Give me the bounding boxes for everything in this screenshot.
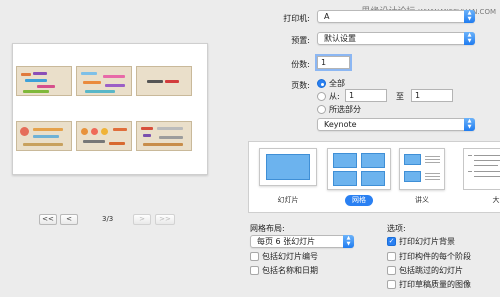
app-options-popup[interactable]: Keynote ▲ ▼	[317, 118, 475, 131]
prev-page-button[interactable]: <	[60, 214, 78, 225]
presets-popup[interactable]: 默认设置 ▲ ▼	[317, 32, 475, 45]
slides-per-page-popup[interactable]: 每页 6 张幻灯片 ▲ ▼	[250, 235, 354, 248]
outline-layout-icon	[463, 148, 500, 190]
next-page-button[interactable]: >	[133, 214, 151, 225]
slide-thumbnail	[16, 66, 72, 96]
layout-label-handouts: 讲义	[415, 196, 429, 204]
handout-layout-icon	[399, 148, 445, 190]
print-backgrounds-checkbox[interactable]: ✓	[387, 237, 396, 246]
popup-arrows-icon: ▲ ▼	[464, 10, 475, 23]
presets-value: 默认设置	[324, 34, 356, 43]
print-build-stages-label: 打印构件的每个阶段	[399, 252, 471, 261]
include-skipped-checkbox[interactable]	[387, 266, 396, 275]
copies-label: 份数:	[291, 60, 310, 69]
last-page-button[interactable]: >>	[155, 214, 175, 225]
slide-thumbnail	[136, 121, 192, 151]
print-build-stages-checkbox[interactable]	[387, 252, 396, 261]
slide-layout-icon	[266, 154, 310, 180]
page-count: 3/3	[102, 215, 114, 223]
slide-thumbnail	[136, 66, 192, 96]
grid-layout-icon	[327, 148, 391, 190]
pages-to-label: 至	[396, 92, 404, 101]
copies-field[interactable]: 1	[317, 56, 350, 69]
include-slide-numbers-label: 包括幻灯片编号	[262, 252, 318, 261]
presets-label: 预置:	[291, 36, 310, 45]
pages-from-label: 从:	[329, 92, 340, 101]
printer-value: A	[324, 12, 330, 21]
options-header: 选项:	[387, 224, 406, 233]
layout-label-grid: 网格	[345, 195, 373, 206]
popup-arrows-icon: ▲ ▼	[464, 118, 475, 131]
include-slide-numbers-checkbox[interactable]	[250, 252, 259, 261]
popup-arrows-icon: ▲ ▼	[343, 235, 354, 248]
layout-chooser: 幻灯片 网格 讲义 大	[248, 141, 500, 213]
printer-label: 打印机:	[283, 14, 310, 23]
layout-label-outline: 大	[492, 196, 500, 204]
pages-selection-label: 所选部分	[329, 105, 361, 114]
pages-to-field[interactable]: 1	[411, 89, 453, 102]
popup-arrows-icon: ▲ ▼	[464, 32, 475, 45]
draft-quality-checkbox[interactable]	[387, 280, 396, 289]
pages-from-radio[interactable]	[317, 92, 326, 101]
slide-thumbnail	[76, 66, 132, 96]
slide-thumbnail	[16, 121, 72, 151]
include-name-date-label: 包括名称和日期	[262, 266, 318, 275]
pages-label: 页数:	[291, 81, 310, 90]
print-preview	[12, 43, 208, 175]
layout-label-slides: 幻灯片	[277, 196, 299, 204]
slides-per-page-value: 每页 6 张幻灯片	[257, 237, 316, 246]
print-backgrounds-label: 打印幻灯片背景	[399, 237, 455, 246]
grid-layout-header: 网格布局:	[250, 224, 285, 233]
pages-selection-radio[interactable]	[317, 105, 326, 114]
first-page-button[interactable]: <<	[39, 214, 57, 225]
app-options-value: Keynote	[324, 120, 357, 129]
pages-from-field[interactable]: 1	[345, 89, 387, 102]
printer-popup[interactable]: A ▲ ▼	[317, 10, 475, 23]
slide-thumbnail	[76, 121, 132, 151]
include-name-date-checkbox[interactable]	[250, 266, 259, 275]
draft-quality-label: 打印草稿质量的图像	[399, 280, 471, 289]
include-skipped-label: 包括跳过的幻灯片	[399, 266, 463, 275]
pages-all-label: 全部	[329, 79, 345, 88]
pages-all-radio[interactable]	[317, 79, 326, 88]
